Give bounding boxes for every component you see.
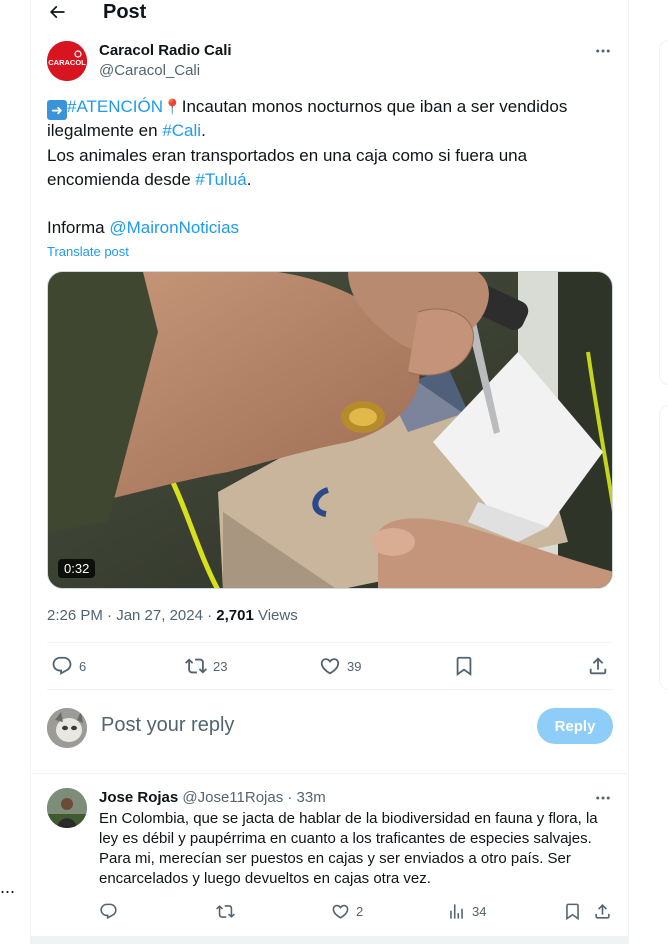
comment-line: encarcelados y luego devueltos en cajas … [99, 870, 431, 887]
reply-input[interactable]: Post your reply [101, 714, 234, 737]
like-action[interactable]: 39 [319, 655, 361, 677]
tweet-line-2: ilegalmente en #Cali. [47, 119, 607, 143]
video-duration: 0:32 [58, 559, 96, 578]
arrow-right-emoji-icon: ➜ [47, 100, 67, 120]
tweet-text-segment: encomienda desde [47, 169, 196, 189]
right-sidebar-card [659, 405, 668, 690]
comment-icon [100, 903, 117, 920]
share-icon [589, 657, 607, 675]
tweet-text: ➜ #ATENCIÓN📍Incautan monos nocturnos que … [47, 95, 607, 241]
page-title: Post [103, 1, 147, 23]
left-sidebar-edge: ... [0, 0, 30, 944]
repost-icon [216, 905, 235, 918]
comment-repost-action[interactable] [216, 902, 235, 921]
views-chart-icon [450, 904, 463, 919]
left-panel-ellipsis: ... [0, 877, 16, 897]
tweet-text-segment: Incautan monos nocturnos que iban a ser … [181, 97, 568, 116]
video-player[interactable]: 0:32 [47, 271, 613, 589]
author-handle[interactable]: @Caracol_Cali [99, 62, 200, 79]
tweet-line-3: Los animales eran transportados en una c… [47, 145, 528, 165]
comment-line: En Colombia, que se jacta de hablar de l… [99, 810, 598, 827]
mention-mairon[interactable]: @MaironNoticias [109, 218, 239, 237]
divider [47, 642, 613, 643]
right-sidebar-card [659, 40, 668, 385]
comment-bookmark-action[interactable] [563, 902, 582, 921]
comment-views-count: 34 [472, 904, 487, 919]
share-action[interactable] [587, 655, 609, 677]
reply-action[interactable]: 6 [51, 655, 86, 677]
comment-author-name[interactable]: Jose Rojas [99, 789, 178, 806]
post-timestamp[interactable]: 2:26 PM · Jan 27, 2024 · [47, 607, 216, 624]
comment-share-action[interactable] [593, 902, 612, 921]
views-count: 2,701 [216, 607, 254, 624]
author-avatar[interactable]: CARACOL [47, 41, 87, 81]
post-more-button[interactable] [593, 41, 613, 61]
comment-like-action[interactable]: 2 [331, 902, 363, 921]
author-name[interactable]: Caracol Radio Cali [99, 42, 232, 59]
comment-author-handle[interactable]: @Jose11Rojas · 33m [182, 789, 325, 806]
avatar-image [47, 708, 87, 748]
comment-like-count: 2 [356, 904, 364, 919]
tweet-text-segment: Informa [47, 218, 110, 238]
video-thumbnail [48, 272, 612, 588]
comment-views-action[interactable]: 34 [447, 902, 486, 921]
heart-icon [332, 904, 349, 919]
reply-button[interactable]: Reply [537, 708, 613, 744]
like-count: 39 [347, 658, 362, 674]
post-timestamp-views: 2:26 PM · Jan 27, 2024 · 2,701 Views [47, 607, 298, 624]
bookmark-icon [566, 903, 579, 921]
hashtag-tulua[interactable]: #Tuluá [195, 170, 246, 189]
divider [47, 689, 613, 690]
repost-count: 23 [213, 658, 228, 674]
repost-icon [185, 658, 207, 674]
comment-more-button[interactable] [593, 788, 613, 808]
tweet-text-segment: . [201, 121, 206, 141]
comment-author-avatar[interactable] [47, 788, 87, 828]
arrow-left-icon [49, 5, 65, 19]
translate-post-link[interactable]: Translate post [47, 244, 129, 259]
heart-icon [320, 658, 340, 675]
current-user-avatar[interactable] [47, 708, 87, 748]
bottom-separator [30, 936, 629, 944]
hashtag-atencion[interactable]: #ATENCIÓN [67, 97, 163, 116]
views-label: Views [253, 607, 298, 624]
comment-icon [52, 656, 72, 675]
caracol-logo: CARACOL [47, 41, 87, 81]
comment-header: Jose Rojas @Jose11Rojas · 33m [99, 789, 326, 806]
avatar-image [47, 788, 87, 828]
right-sidebar-edge [629, 0, 668, 944]
back-button[interactable] [45, 0, 69, 24]
comment-line: Para mi, merecían ser puestos en cajas y… [99, 850, 571, 867]
comment-line: ley es débil y paupérrima en cuanto a lo… [99, 830, 592, 847]
tweet-text-segment: . [246, 169, 252, 189]
repost-action[interactable]: 23 [185, 655, 227, 677]
bookmark-icon [456, 656, 472, 677]
hashtag-cali[interactable]: #Cali [162, 121, 201, 140]
comment-text: En Colombia, que se jacta de hablar de l… [99, 809, 609, 889]
more-horizontal-icon [596, 796, 610, 800]
reply-count: 6 [79, 658, 87, 674]
comment-reply-action[interactable] [99, 902, 118, 921]
logo-text: CARACOL [48, 58, 86, 67]
bookmark-action[interactable] [453, 655, 475, 677]
tweet-line-1: ➜ #ATENCIÓN📍Incautan monos nocturnos que … [47, 95, 607, 120]
page-header: Post [31, 0, 629, 28]
tweet-line-5: Informa @MaironNoticias [47, 216, 607, 240]
share-icon [595, 904, 610, 919]
tweet-text-segment: ilegalmente en [47, 121, 163, 141]
pin-emoji-icon: 📍 [163, 99, 182, 116]
divider [31, 773, 629, 774]
post-detail-column: Post CARACOL Caracol Radio Cali @Caracol… [30, 0, 629, 944]
tweet-line-4: encomienda desde #Tuluá. [47, 168, 607, 192]
more-horizontal-icon [596, 49, 610, 53]
